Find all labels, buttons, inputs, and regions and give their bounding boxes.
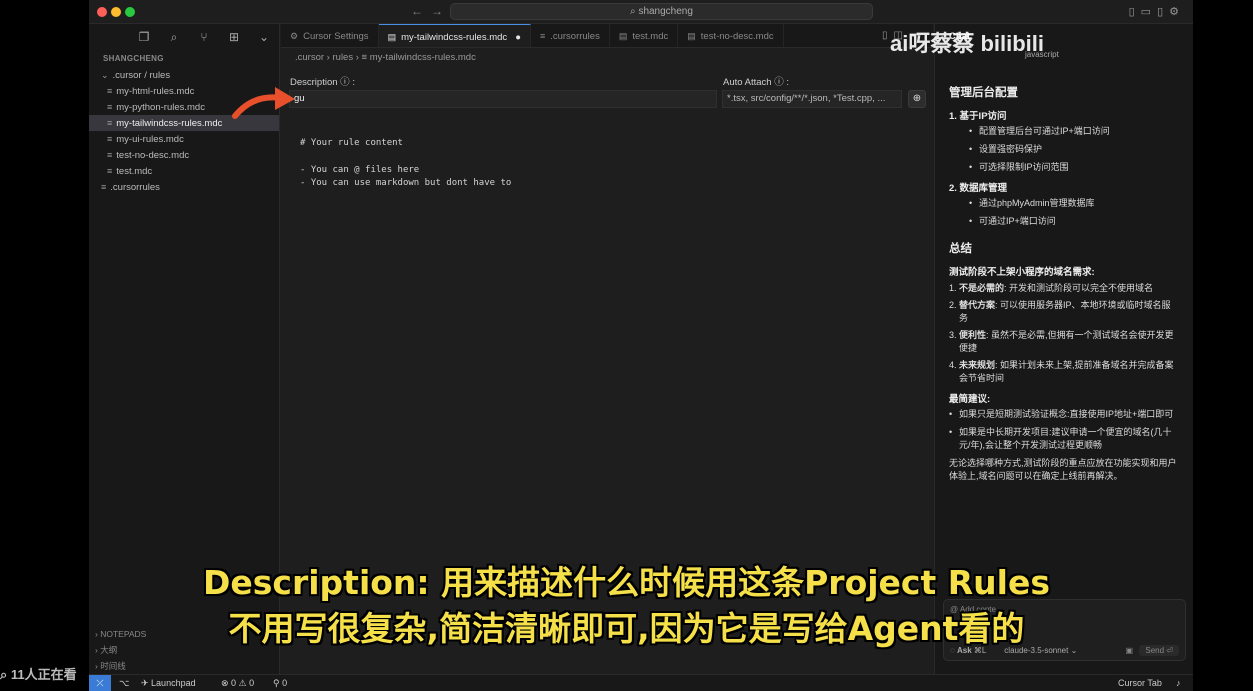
file-icon: ≡ (361, 52, 370, 63)
info-icon[interactable]: ⓘ (774, 77, 784, 88)
code-line: - You can use markdown but dont have to (300, 177, 512, 188)
chat-messages: 管理后台配置 1. 基于IP访问 配置管理后台可通过IP+端口访问 设置强密码保… (935, 84, 1193, 483)
settings-icon: ⚙ (290, 31, 299, 41)
tab-cursor-settings[interactable]: ⚙ Cursor Settings (281, 24, 379, 47)
breadcrumb: .cursor › rules › ≡ my-tailwindcss-rules… (295, 52, 476, 63)
subtitle-line-2: 不用写很复杂,简洁清晰即可,因为它是写给Agent看的 (228, 609, 1025, 648)
tab-test-no-desc[interactable]: ▤ test-no-desc.mdc (678, 24, 784, 47)
list-item: 可通过IP+端口访问 (949, 215, 1179, 228)
tab-test[interactable]: ▤ test.mdc (610, 24, 679, 47)
ports-item[interactable]: ⚲ 0 (273, 675, 287, 691)
command-center-search[interactable]: ⌕ shangcheng (450, 3, 873, 20)
file-icon: ≡ (107, 86, 113, 96)
file-icon: ▤ (687, 31, 696, 41)
section-heading: 管理后台配置 (949, 87, 1018, 99)
timeline-section[interactable]: › 时间线 (89, 658, 280, 674)
conclusion-text: 无论选择哪种方式,测试阶段的重点应放在功能实现和用户体验上,域名问题可以在确定上… (949, 458, 1177, 481)
list-item: 如果是中长期开发项目:建议申请一个便宜的域名(几十元/年),会让整个开发测试过程… (949, 426, 1179, 452)
extensions-icon[interactable]: ⊞ (226, 30, 242, 44)
file-icon: ≡ (107, 118, 113, 128)
branch-icon[interactable]: ⌥ (119, 675, 129, 691)
launchpad-item[interactable]: ✈ Launchpad (141, 675, 196, 691)
sidebar-toolbar: ❐ ⌕ ⑂ ⊞ ⌄ (89, 24, 279, 50)
file-icon: ≡ (539, 31, 546, 41)
subsection-heading: 1. 基于IP访问 (949, 111, 1007, 122)
subsection-heading: 测试阶段不上架小程序的域名需求: (949, 267, 1095, 278)
problems-item[interactable]: ⊗ 0 ⚠ 0 (221, 675, 254, 691)
list-item: 通过phpMyAdmin管理数据库 (949, 197, 1179, 210)
file-item-root[interactable]: ≡ .cursorrules (89, 179, 279, 195)
rocket-icon: ✈ (141, 678, 152, 688)
subsection-heading: 2. 数据库管理 (949, 183, 1008, 194)
file-icon: ▤ (618, 31, 628, 41)
file-icon: ≡ (107, 134, 113, 144)
nav-arrows[interactable]: ←→ (411, 4, 451, 18)
code-line: - You can @ files here (300, 164, 420, 175)
live-viewer-count: ⌕ 11人正在看 (0, 667, 77, 682)
description-input[interactable]: gu (289, 90, 717, 108)
section-heading: 总结 (949, 243, 972, 255)
list-item: 3. 便利性: 虽然不是必需,但拥有一个测试域名会使开发更便捷 (949, 330, 1174, 353)
tab-tailwind-rules[interactable]: ▤ my-tailwindcss-rules.mdc ● (378, 24, 531, 47)
file-item[interactable]: ≡ test.mdc (89, 163, 279, 179)
unsaved-dot-icon[interactable]: ● (515, 32, 521, 43)
file-item[interactable]: ≡ my-ui-rules.mdc (89, 131, 279, 147)
subtitle-line-1: Description: 用来描述什么时候用这条Project Rules (202, 563, 1050, 602)
chevron-down-icon: ⌄ (101, 70, 109, 80)
auto-attach-label: Auto Attach ⓘ : (723, 77, 790, 88)
source-control-icon[interactable]: ⑂ (196, 30, 212, 44)
file-item[interactable]: ≡ test-no-desc.mdc (89, 147, 279, 163)
close-window-button[interactable] (97, 7, 107, 17)
search-icon[interactable]: ⌕ (166, 30, 182, 45)
video-frame: ←→ ⌕ shangcheng ▯▭▯⚙ ❐ ⌕ ⑂ ⊞ ⌄ SHANGCHEN… (0, 0, 1253, 691)
subsection-heading: 最简建议: (949, 394, 991, 405)
chevron-down-icon[interactable]: ⌄ (256, 30, 272, 44)
folder-cursor-rules[interactable]: ⌄ .cursor / rules (89, 67, 279, 83)
remote-icon[interactable]: ⤫ (89, 675, 111, 691)
auto-attach-input[interactable]: *.tsx, src/config/**/*.json, *Test.cpp, … (722, 90, 902, 108)
tab-cursorrules[interactable]: ≡ .cursorrules (531, 24, 610, 47)
list-item: 设置强密码保护 (949, 143, 1179, 156)
file-icon: ≡ (101, 182, 107, 192)
layout-icons[interactable]: ▯▭▯⚙ (1129, 5, 1185, 18)
minimize-window-button[interactable] (111, 7, 121, 17)
search-icon: ⌕ (0, 667, 11, 682)
title-bar: ←→ ⌕ shangcheng ▯▭▯⚙ (89, 0, 1193, 24)
list-item: 1. 不是必需的: 开发和测试阶段可以完全不使用域名 (949, 283, 1154, 293)
file-icon: ≡ (107, 102, 113, 112)
globe-icon[interactable]: ⊕ (908, 90, 926, 108)
annotation-arrow (232, 87, 295, 119)
file-icon: ▤ (387, 32, 397, 42)
info-icon[interactable]: ⓘ (340, 77, 350, 88)
explorer-header: SHANGCHENG (103, 54, 164, 63)
tab-bar: ⚙ Cursor Settings ▤ my-tailwindcss-rules.m… (281, 24, 933, 48)
cursor-tab-item[interactable]: Cursor Tab (1118, 675, 1162, 691)
status-bar: ⤫ ⌥ ✈ Launchpad ⊗ 0 ⚠ 0 ⚲ 0 Cursor Tab ♪ (89, 674, 1193, 691)
file-icon: ≡ (107, 150, 113, 160)
list-item: 如果只是短期测试验证概念:直接使用IP地址+端口即可 (949, 408, 1179, 421)
file-icon: ≡ (107, 166, 113, 176)
files-icon[interactable]: ❐ (136, 30, 152, 44)
bell-icon[interactable]: ♪ (1176, 675, 1181, 691)
code-line: # Your rule content (300, 138, 403, 148)
ports-icon: ⚲ (273, 678, 283, 688)
list-item: 2. 替代方案: 可以使用服务器IP、本地环境或临时域名服务 (949, 300, 1171, 323)
bilibili-watermark: ai呀蔡蔡 bilibili (890, 31, 1045, 56)
list-item: 4. 未来规划: 如果计划未来上架,提前准备域名并完成备案会节省时间 (949, 360, 1174, 383)
list-item: 可选择限制IP访问范围 (949, 161, 1179, 174)
list-item: 配置管理后台可通过IP+端口访问 (949, 125, 1179, 138)
maximize-window-button[interactable] (125, 7, 135, 17)
rule-content-editor[interactable]: # Your rule content - You can @ files he… (300, 137, 511, 190)
